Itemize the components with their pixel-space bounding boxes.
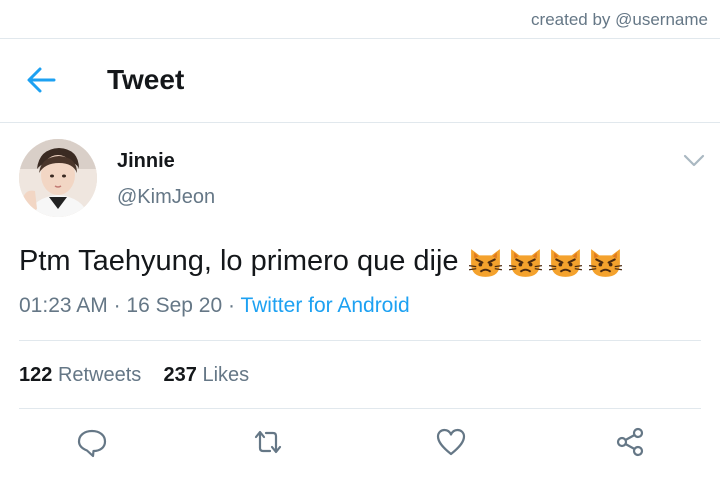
back-arrow-icon[interactable]	[26, 66, 56, 94]
meta-separator: ·	[228, 294, 241, 317]
watermark-credit: created by @username	[531, 10, 708, 29]
heart-icon[interactable]	[435, 426, 467, 458]
chevron-down-icon[interactable]	[683, 152, 705, 168]
page-title: Tweet	[107, 64, 185, 95]
likes-count: 237	[163, 364, 197, 386]
author-name[interactable]: Jinnie	[117, 150, 175, 173]
retweets-label: Retweets	[57, 364, 142, 386]
tweet-date: 16 Sep 20	[126, 294, 223, 317]
emoji-group	[467, 243, 624, 280]
reply-icon[interactable]	[76, 426, 108, 458]
divider	[19, 408, 701, 409]
tweet-meta: 01:23 AM · 16 Sep 20 · Twitter for Andro…	[19, 294, 410, 318]
tweet-header: Tweet	[0, 38, 720, 123]
avatar[interactable]	[19, 139, 97, 217]
share-icon[interactable]	[614, 426, 646, 458]
tweet-stats: 122 Retweets 237 Likes	[19, 364, 249, 387]
retweet-icon[interactable]	[252, 426, 284, 458]
pouting-cat-emoji-icon	[508, 249, 542, 277]
tweet-time: 01:23 AM	[19, 294, 108, 317]
pouting-cat-emoji-icon	[548, 249, 582, 277]
author-handle[interactable]: @KimJeon	[117, 186, 215, 209]
likes-label: Likes	[202, 364, 250, 386]
meta-separator: ·	[113, 294, 127, 317]
tweet-source-link[interactable]: Twitter for Android	[240, 294, 409, 317]
tweet-body: Ptm Taehyung, lo primero que dije	[19, 245, 459, 277]
tweet-text: Ptm Taehyung, lo primero que dije	[19, 243, 624, 280]
likes-stat[interactable]: 237 Likes	[164, 364, 250, 386]
retweets-count: 122	[19, 364, 53, 386]
top-bar: created by @username	[0, 0, 720, 39]
pouting-cat-emoji-icon	[468, 249, 502, 277]
divider	[19, 340, 701, 341]
pouting-cat-emoji-icon	[588, 249, 622, 277]
retweets-stat[interactable]: 122 Retweets	[19, 364, 141, 386]
